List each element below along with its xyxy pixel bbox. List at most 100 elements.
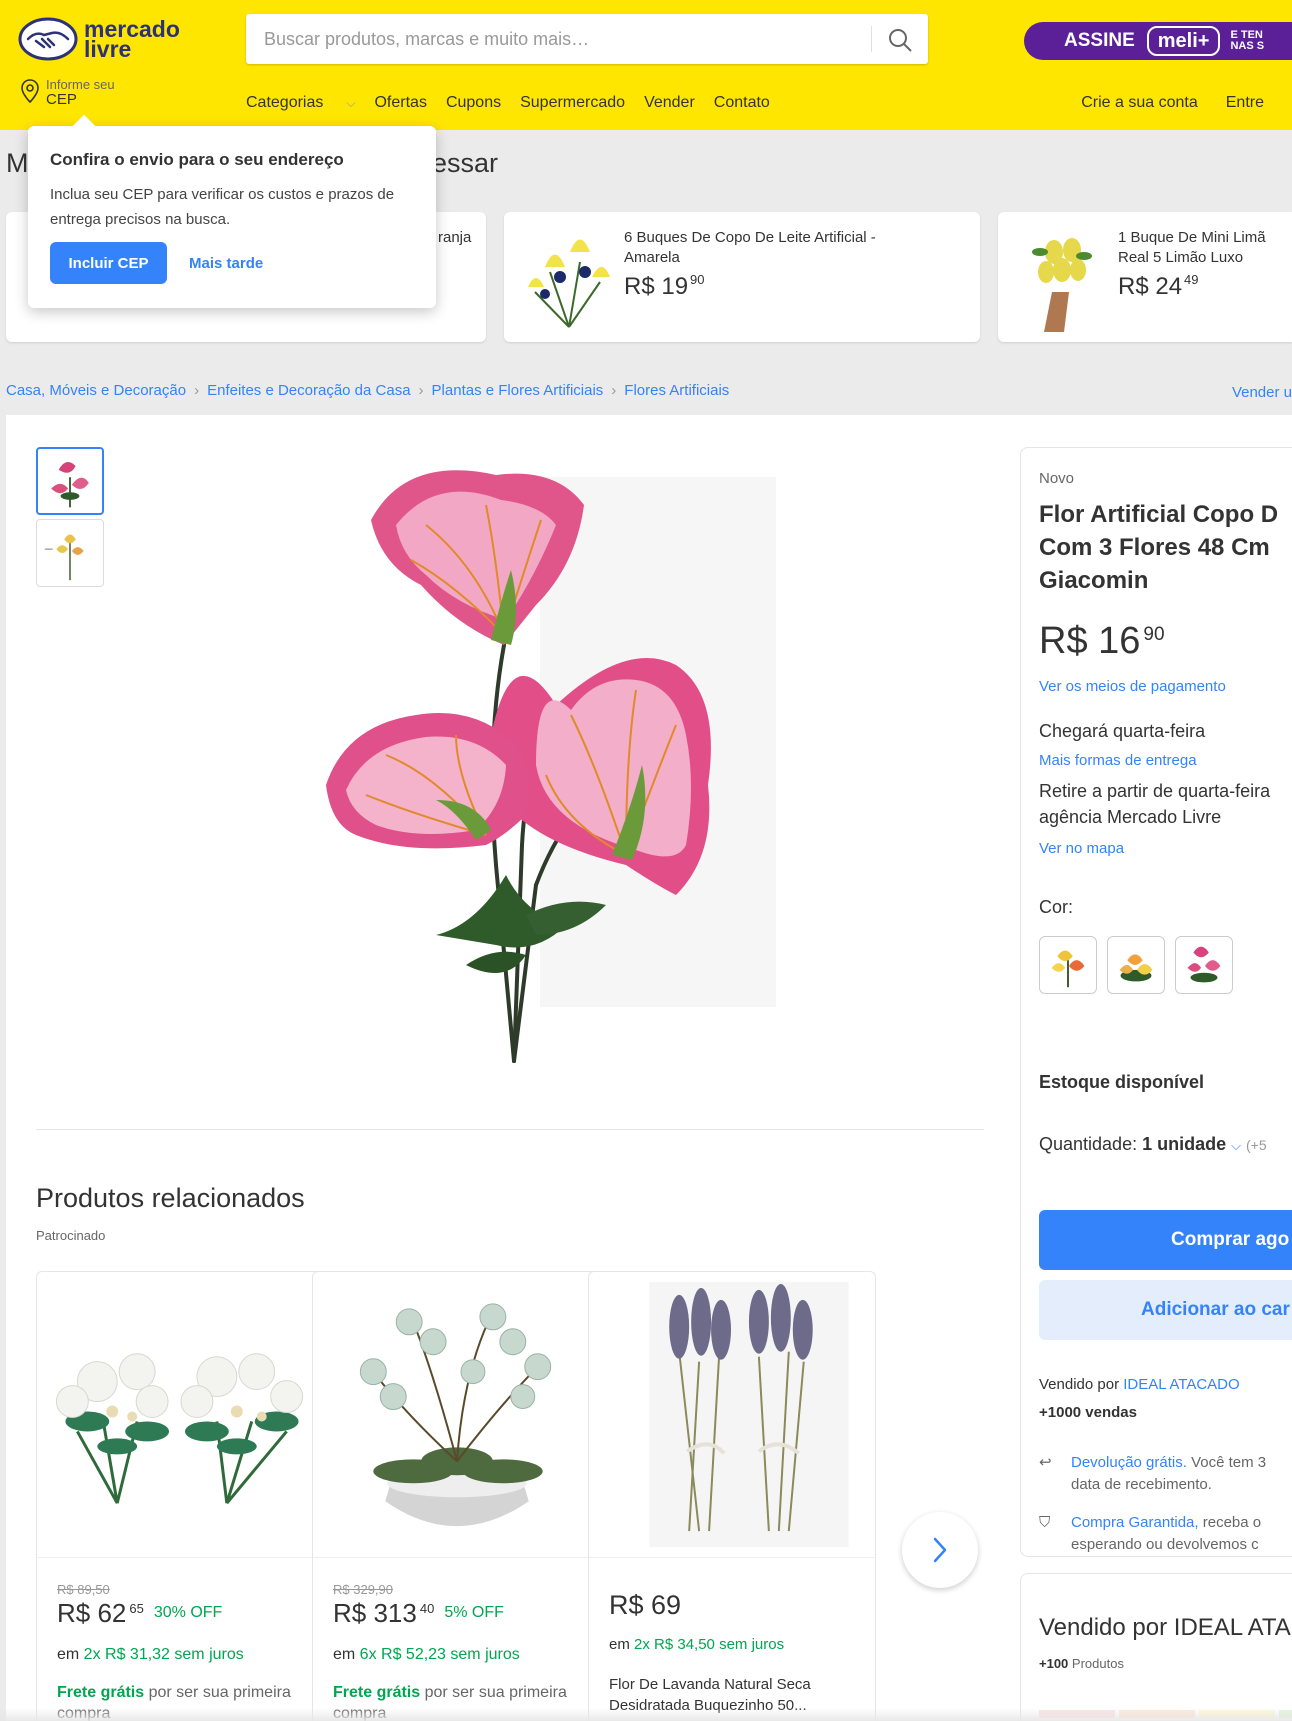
installments: em 2x R$ 31,32 sem juros: [57, 1646, 244, 1663]
nav-supermercado[interactable]: Supermercado: [520, 94, 625, 112]
white-roses-image: [37, 1353, 323, 1558]
seller-products-count: +100 Produtos: [1039, 1656, 1124, 1671]
logo[interactable]: mercado livre: [18, 14, 188, 64]
orchid-vase-image: [313, 1303, 599, 1558]
color-swatch-orange[interactable]: [1107, 936, 1165, 994]
breadcrumb-item[interactable]: Casa, Móveis e Decoração: [6, 382, 186, 399]
section-divider: [36, 1129, 984, 1130]
account-nav: Crie a sua conta Entre: [1081, 94, 1292, 112]
chevron-down-icon: ⌵: [1231, 1138, 1241, 1153]
old-price: R$ 89,50: [57, 1582, 110, 1597]
orange-flower-swatch: [1119, 954, 1153, 982]
arrival-text: Chegará quarta-feira: [1039, 721, 1206, 741]
flower-measure-thumbnail: [44, 534, 84, 581]
payment-methods-link[interactable]: Ver os meios de pagamento: [1039, 678, 1226, 695]
nav-vender[interactable]: Vender: [644, 94, 695, 112]
meli-tiny-text: E TEN NAS S: [1230, 29, 1265, 52]
vender-link[interactable]: Vender u: [1232, 384, 1292, 401]
later-button[interactable]: Mais tarde: [189, 255, 263, 272]
handshake-logo-icon: [18, 17, 78, 61]
search-input[interactable]: [246, 14, 866, 64]
pickup-text: Retire a partir de quarta-feira agência …: [1039, 781, 1271, 827]
product-price: R$ 62 65 30% OFF: [57, 1598, 223, 1628]
seller-info-box: Vendido por IDEAL ATA +100 Produtos: [1020, 1573, 1292, 1721]
product-thumbnail: [528, 239, 610, 328]
location-pin-icon: [21, 79, 39, 104]
lavender-bouquet-image: [589, 1281, 875, 1558]
seller-box-title: Vendido por IDEAL ATA: [1039, 1614, 1291, 1641]
nav-contato[interactable]: Contato: [714, 94, 770, 112]
yellow-flower-swatch: [1051, 950, 1085, 988]
pink-flower-swatch: [1187, 946, 1221, 983]
breadcrumb: Casa, Móveis e Decoração › Enfeites e De…: [6, 382, 729, 399]
color-swatch-yellow[interactable]: [1039, 936, 1097, 994]
breadcrumb-separator-icon: ›: [418, 382, 424, 399]
gallery-thumbnail-1[interactable]: [36, 447, 104, 515]
product-main-image[interactable]: [326, 445, 796, 1095]
seller-link[interactable]: IDEAL ATACADO: [1123, 1376, 1239, 1393]
product-price: R$ 16 90: [1039, 620, 1165, 662]
add-to-cart-button[interactable]: Adicionar ao car: [1039, 1280, 1292, 1340]
related-products-title: Produtos relacionados: [36, 1183, 305, 1213]
include-cep-button[interactable]: Incluir CEP: [50, 242, 167, 284]
cep-label: Informe seu: [46, 77, 115, 92]
bottom-shadow: [0, 1708, 1292, 1721]
product-title: Flor Artificial Copo D Com 3 Flores 48 C…: [1039, 501, 1279, 594]
recent-card-name: 1 Buque De Mini Limã Real 5 Limão Luxo: [1118, 229, 1266, 266]
search-divider: [871, 26, 872, 52]
breadcrumb-separator-icon: ›: [611, 382, 617, 399]
login-link[interactable]: Entre: [1226, 94, 1264, 112]
carousel-next-button[interactable]: [902, 1512, 978, 1588]
recent-title-right: essar: [432, 148, 499, 178]
chevron-down-icon: ⌵: [346, 96, 356, 110]
recent-card[interactable]: 6 Buques De Copo De Leite Artificial - A…: [504, 212, 980, 342]
nav-categorias[interactable]: Categorias ⌵: [246, 94, 355, 112]
site-header: mercado livre ASSINE meli+ E TEN NAS S I…: [0, 0, 1292, 130]
purchase-guarantee-info: ⛉ Compra Garantida, receba o esperando ou…: [1039, 1512, 1261, 1556]
condition-label: Novo: [1039, 470, 1075, 487]
related-product-card[interactable]: R$ 69 em 2x R$ 34,50 sem juros Flor De L…: [588, 1271, 876, 1721]
chevron-right-icon: [933, 1537, 947, 1563]
sales-count: +1000 vendas: [1039, 1404, 1137, 1421]
gallery-thumbnail-2[interactable]: [36, 519, 104, 587]
sponsored-label: Patrocinado: [36, 1228, 106, 1243]
quantity-selector[interactable]: Quantidade: 1 unidade ⌵ (+5: [1039, 1134, 1267, 1155]
buy-box: Novo Flor Artificial Copo D Com 3 Flores…: [1020, 447, 1292, 1557]
recent-card[interactable]: 1 Buque De Mini Limã Real 5 Limão Luxo R…: [998, 212, 1292, 342]
discount-badge: 5% OFF: [444, 1604, 504, 1621]
meli-plus-badge: meli+: [1146, 26, 1221, 56]
search-icon[interactable]: [886, 26, 914, 54]
recent-card-name: 6 Buques De Copo De Leite Artificial - A…: [624, 229, 876, 266]
view-map-link[interactable]: Ver no mapa: [1039, 840, 1124, 857]
cep-location[interactable]: Informe seu CEP: [20, 78, 115, 108]
search-box: [246, 14, 928, 64]
related-product-card[interactable]: R$ 329,90 R$ 313 40 5% OFF em 6x R$ 52,23 …: [312, 1271, 600, 1721]
breadcrumb-item[interactable]: Flores Artificiais: [624, 382, 729, 399]
create-account-link[interactable]: Crie a sua conta: [1081, 94, 1198, 112]
color-swatch-pink[interactable]: [1175, 936, 1233, 994]
nav-ofertas[interactable]: Ofertas: [374, 94, 426, 112]
color-label: Cor:: [1039, 897, 1074, 917]
breadcrumb-item[interactable]: Enfeites e Decoração da Casa: [207, 382, 410, 399]
cep-value: CEP: [46, 91, 77, 108]
logo-text: mercado livre: [84, 16, 180, 62]
pink-flower-thumbnail: [51, 462, 89, 508]
recent-card-price: R$ 19 90: [624, 272, 705, 300]
sold-by: Vendido por IDEAL ATACADO: [1039, 1376, 1240, 1393]
stock-status: Estoque disponível: [1039, 1072, 1205, 1092]
cep-popup-title: Confira o envio para o seu endereço: [50, 150, 344, 169]
meli-plus-banner[interactable]: ASSINE meli+ E TEN NAS S: [1024, 22, 1292, 60]
installments: em 2x R$ 34,50 sem juros: [609, 1636, 785, 1653]
breadcrumb-item[interactable]: Plantas e Flores Artificiais: [432, 382, 604, 399]
delivery-options-link[interactable]: Mais formas de entrega: [1039, 752, 1197, 769]
related-product-card[interactable]: R$ 89,50 R$ 62 65 30% OFF em 2x R$ 31,32 s…: [36, 1271, 324, 1721]
free-return-info: ↩ Devolução grátis. Você tem 3 data de re…: [1039, 1452, 1266, 1496]
recent-card-price: R$ 24 49: [1118, 272, 1199, 300]
product-price: R$ 313 40 5% OFF: [333, 1598, 504, 1628]
buy-now-button[interactable]: Comprar ago: [1039, 1210, 1292, 1270]
discount-badge: 30% OFF: [153, 1604, 223, 1621]
product-price: R$ 69: [609, 1590, 682, 1620]
nav-cupons[interactable]: Cupons: [446, 94, 501, 112]
installments: em 6x R$ 52,23 sem juros: [333, 1646, 520, 1663]
meli-assine-label: ASSINE: [1064, 30, 1135, 51]
